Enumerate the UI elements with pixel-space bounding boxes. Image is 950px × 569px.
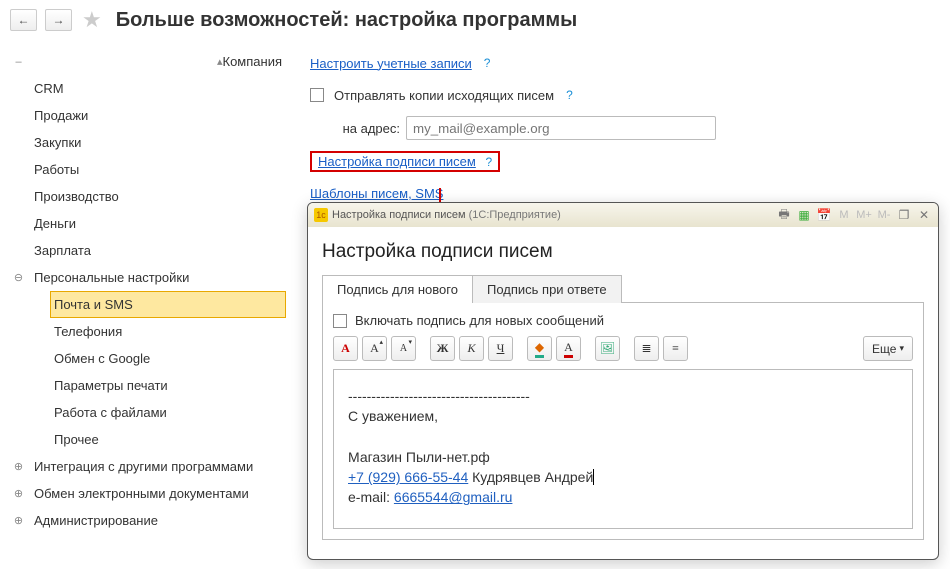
help-icon[interactable]: ? — [484, 56, 491, 70]
sidebar-item-works[interactable]: Работы — [30, 156, 286, 183]
to-address-input[interactable] — [406, 116, 716, 140]
signature-settings-window: 1c Настройка подписи писем (1С:Предприят… — [307, 202, 939, 560]
editor-toolbar: A A▴ A▾ Ж К Ч ◆ A 🖼 ≣ ≡ Еще▾ — [333, 336, 913, 361]
bullet-list-button[interactable]: ≣ — [634, 336, 659, 361]
send-copies-checkbox[interactable] — [310, 88, 324, 102]
text-color-button[interactable]: A — [556, 336, 581, 361]
sig-company: Магазин Пыли-нет.рф — [348, 447, 898, 467]
plus-icon[interactable]: ⊕ — [12, 460, 25, 473]
sig-email[interactable]: 6665544@gmail.ru — [394, 489, 513, 505]
to-address-label: на адрес: — [320, 121, 400, 136]
m-plus-button[interactable]: M+ — [856, 207, 872, 223]
insert-image-button[interactable]: 🖼 — [595, 336, 620, 361]
send-copies-label: Отправлять копии исходящих писем — [334, 88, 554, 103]
window-title-text: Настройка подписи писем (1С:Предприятие) — [332, 209, 561, 221]
help-icon[interactable]: ? — [485, 155, 492, 169]
italic-button[interactable]: К — [459, 336, 484, 361]
sig-divider: --------------------------------------- — [348, 386, 898, 406]
sidebar-item-integration[interactable]: ⊕ Интеграция с другими программами — [30, 453, 286, 480]
sidebar-item-company[interactable]: ▴ – Компания — [30, 48, 286, 75]
include-signature-label: Включать подпись для новых сообщений — [355, 313, 604, 328]
nav-forward-button[interactable]: → — [45, 9, 72, 31]
minus-icon[interactable]: – — [12, 55, 25, 68]
underline-button[interactable]: Ч — [488, 336, 513, 361]
sidebar-item-sales[interactable]: Продажи — [30, 102, 286, 129]
window-titlebar[interactable]: 1c Настройка подписи писем (1С:Предприят… — [308, 203, 938, 227]
sidebar-item-other[interactable]: Прочее — [50, 426, 286, 453]
m-button[interactable]: M — [836, 207, 852, 223]
sidebar-item-print[interactable]: Параметры печати — [50, 372, 286, 399]
plus-icon[interactable]: ⊕ — [12, 487, 25, 500]
sig-name: Кудрявцев Андрей — [472, 469, 594, 485]
tabs: Подпись для нового Подпись при ответе — [322, 275, 924, 303]
sig-regards: С уважением, — [348, 406, 898, 426]
close-icon[interactable]: ✕ — [916, 207, 932, 223]
highlight-box: Настройка подписи писем ? — [310, 151, 500, 172]
sidebar-item-telephony[interactable]: Телефония — [50, 318, 286, 345]
sidebar-item-mail-sms[interactable]: Почта и SMS — [50, 291, 286, 318]
restore-icon[interactable]: ❐ — [896, 207, 912, 223]
signature-editor[interactable]: --------------------------------------- … — [333, 369, 913, 529]
sidebar-item-personal[interactable]: ⊖ Персональные настройки — [30, 264, 286, 291]
tab-reply-signature[interactable]: Подпись при ответе — [473, 275, 622, 303]
sidebar-item-google[interactable]: Обмен с Google — [50, 345, 286, 372]
include-signature-checkbox[interactable] — [333, 314, 347, 328]
bold-button[interactable]: Ж — [430, 336, 455, 361]
print-icon[interactable]: 🖶 — [776, 207, 792, 223]
signature-settings-link[interactable]: Настройка подписи писем — [318, 154, 476, 169]
bg-color-button[interactable]: ◆ — [527, 336, 552, 361]
sidebar-item-purchases[interactable]: Закупки — [30, 129, 286, 156]
calendar-icon[interactable]: 📅 — [816, 207, 832, 223]
minus-icon[interactable]: ⊖ — [12, 271, 25, 284]
number-list-button[interactable]: ≡ — [663, 336, 688, 361]
nav-back-button[interactable]: ← — [10, 9, 37, 31]
sig-phone[interactable]: +7 (929) 666-55-44 — [348, 469, 468, 485]
more-button[interactable]: Еще▾ — [863, 336, 913, 361]
sidebar-item-crm[interactable]: CRM — [30, 75, 286, 102]
m-minus-button[interactable]: M- — [876, 207, 892, 223]
sidebar-item-files[interactable]: Работа с файлами — [50, 399, 286, 426]
mail-templates-link[interactable]: Шаблоны писем, SMS — [310, 186, 443, 201]
plus-icon[interactable]: ⊕ — [12, 514, 25, 527]
tab-new-signature[interactable]: Подпись для нового — [322, 275, 473, 303]
app-icon: 1c — [314, 208, 328, 222]
sidebar-item-money[interactable]: Деньги — [30, 210, 286, 237]
sidebar: ▴ – Компания CRM Продажи Закупки Работы … — [0, 40, 290, 569]
sidebar-item-edocs[interactable]: ⊕ Обмен электронными документами — [30, 480, 286, 507]
grid-icon[interactable]: ▦ — [796, 207, 812, 223]
star-icon[interactable]: ★ — [82, 7, 102, 33]
tab-pane: Включать подпись для новых сообщений A A… — [322, 302, 924, 540]
page-title: Больше возможностей: настройка программы — [116, 9, 578, 32]
sig-email-label: e-mail: — [348, 489, 390, 505]
modal-heading: Настройка подписи писем — [322, 241, 924, 263]
font-decrease-button[interactable]: A▾ — [391, 336, 416, 361]
sidebar-item-production[interactable]: Производство — [30, 183, 286, 210]
font-increase-button[interactable]: A▴ — [362, 336, 387, 361]
sidebar-item-admin[interactable]: ⊕ Администрирование — [30, 507, 286, 534]
help-icon[interactable]: ? — [566, 88, 573, 102]
sidebar-item-salary[interactable]: Зарплата — [30, 237, 286, 264]
font-button[interactable]: A — [333, 336, 358, 361]
configure-accounts-link[interactable]: Настроить учетные записи — [310, 56, 472, 71]
